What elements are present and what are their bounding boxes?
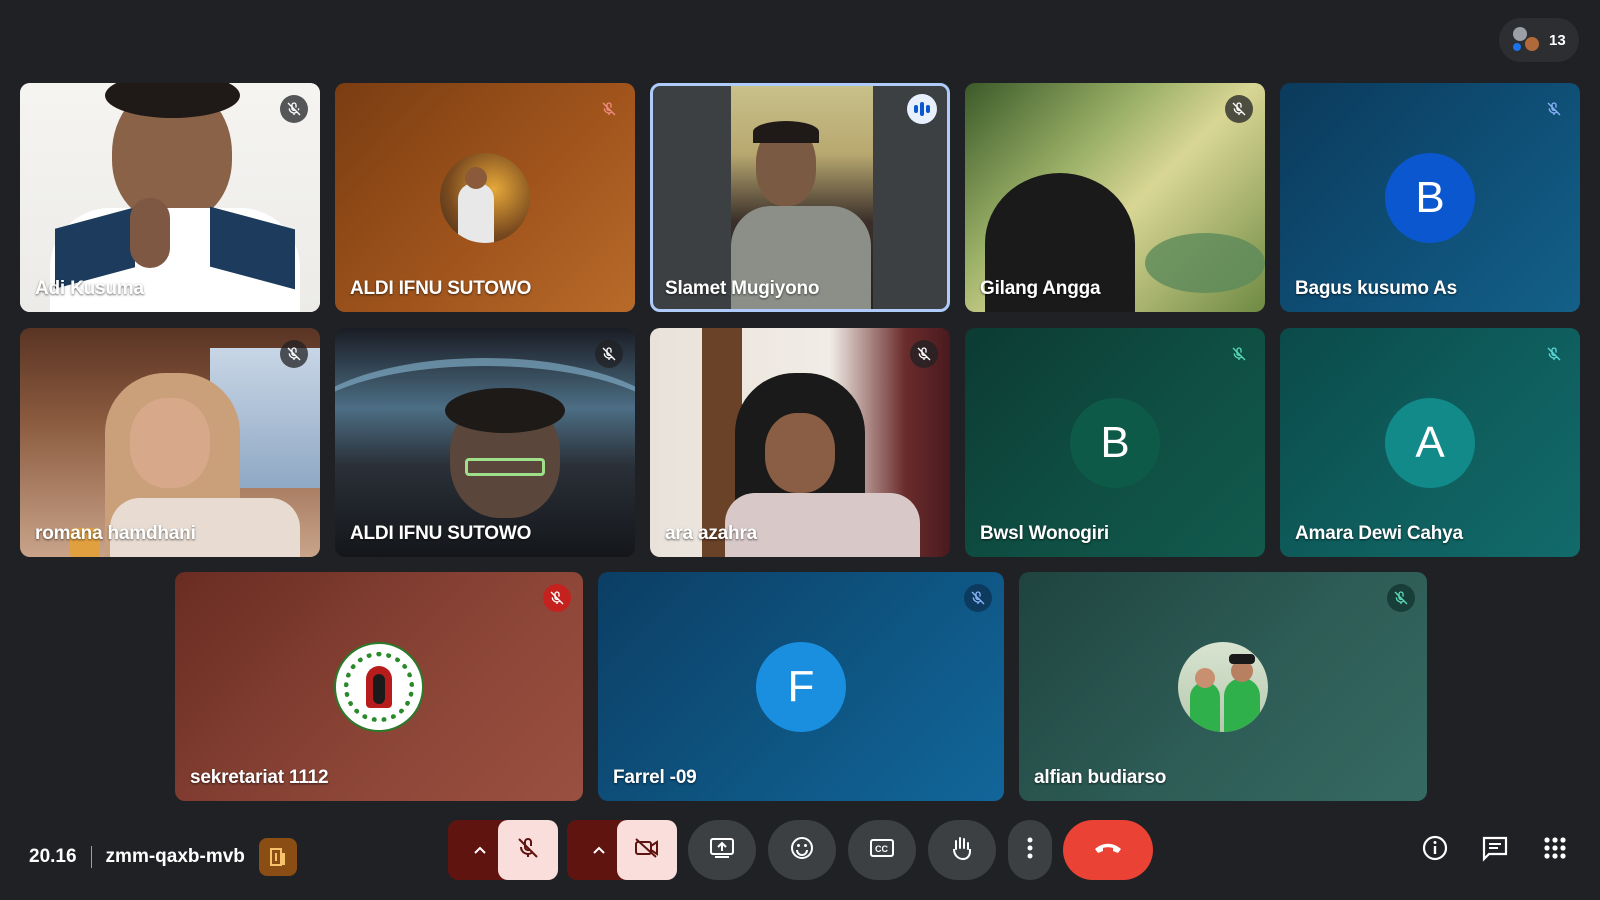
svg-text:CC: CC — [875, 844, 888, 854]
emoji-icon — [789, 835, 815, 866]
activities-icon — [1543, 836, 1567, 865]
participant-name: Slamet Mugiyono — [665, 278, 820, 299]
chat-button[interactable] — [1479, 834, 1511, 866]
participant-name: sekretariat 1112 — [190, 767, 329, 788]
raise-hand-icon — [950, 835, 974, 866]
participant-tile[interactable]: Gilang Angga — [965, 83, 1265, 312]
avatar-initial: B — [1415, 173, 1445, 222]
avatar: B — [1385, 153, 1475, 243]
speaking-indicator-icon — [907, 94, 937, 124]
avatar — [440, 153, 530, 243]
divider — [90, 846, 92, 868]
end-call-icon — [1093, 841, 1123, 860]
participant-name: alfian budiarso — [1034, 767, 1167, 788]
participant-tile-active-speaker[interactable]: Slamet Mugiyono — [650, 83, 950, 312]
avatar: F — [756, 642, 846, 732]
participant-name: ara azahra — [665, 523, 758, 544]
mic-off-icon — [964, 584, 992, 612]
avatar-initial: F — [787, 662, 815, 711]
participant-tile[interactable]: romana hamdhani — [20, 328, 320, 557]
leave-call-button[interactable] — [1063, 820, 1153, 880]
participant-count-chip[interactable]: 13 — [1499, 18, 1579, 62]
people-icon — [1511, 25, 1541, 55]
participant-name: Farrel -09 — [613, 767, 697, 788]
participant-tile[interactable]: ara azahra — [650, 328, 950, 557]
mic-off-icon — [1540, 340, 1568, 368]
microphone-toggle-button[interactable] — [498, 820, 558, 880]
send-reaction-button[interactable] — [768, 820, 836, 880]
participant-count: 13 — [1549, 31, 1566, 49]
participant-name: Bwsl Wonogiri — [980, 523, 1109, 544]
participant-name: Adi Kusuma — [35, 278, 144, 299]
camera-toggle-button[interactable] — [617, 820, 677, 880]
participant-tile[interactable]: Adi Kusuma — [20, 83, 320, 312]
participant-tile[interactable]: ALDI IFNU SUTOWO — [335, 328, 635, 557]
mic-off-icon — [516, 836, 540, 865]
mic-off-icon — [543, 584, 571, 612]
meeting-code[interactable]: zmm-qaxb-mvb — [106, 846, 245, 868]
participant-name: Bagus kusumo As — [1295, 278, 1458, 299]
participant-tile[interactable]: B Bagus kusumo As — [1280, 83, 1580, 312]
participant-name: Gilang Angga — [980, 278, 1101, 299]
more-options-button[interactable] — [1008, 820, 1052, 880]
mic-off-icon — [1225, 340, 1253, 368]
avatar-initial: B — [1100, 418, 1130, 467]
raise-hand-button[interactable] — [928, 820, 996, 880]
participant-tile[interactable]: B Bwsl Wonogiri — [965, 328, 1265, 557]
present-screen-icon — [709, 836, 735, 865]
organization-logo — [334, 642, 424, 732]
participant-name: ALDI IFNU SUTOWO — [350, 278, 532, 299]
info-icon — [1421, 834, 1449, 867]
participant-tile[interactable]: F Farrel -09 — [598, 572, 1004, 801]
mic-off-icon — [595, 95, 623, 123]
host-controls-icon[interactable] — [258, 838, 297, 876]
meeting-time: 20.16 — [29, 846, 77, 867]
mic-off-icon — [280, 340, 308, 368]
meeting-details: 20.16 zmm-qaxb-mvb — [29, 838, 297, 876]
camera-off-icon — [634, 837, 660, 864]
mic-off-icon — [1540, 95, 1568, 123]
activities-button[interactable] — [1539, 834, 1571, 866]
mic-off-icon — [280, 95, 308, 123]
avatar-initial: A — [1415, 418, 1445, 467]
avatar — [1178, 642, 1268, 732]
avatar: B — [1070, 398, 1160, 488]
participant-name: ALDI IFNU SUTOWO — [350, 523, 532, 544]
participant-name: romana hamdhani — [35, 523, 196, 544]
captions-icon: CC — [869, 837, 895, 864]
participant-tile[interactable]: alfian budiarso — [1019, 572, 1427, 801]
participant-name: Amara Dewi Cahya — [1295, 523, 1463, 544]
mic-off-icon — [1387, 584, 1415, 612]
participant-tile[interactable]: A Amara Dewi Cahya — [1280, 328, 1580, 557]
present-screen-button[interactable] — [688, 820, 756, 880]
participant-tile[interactable]: ALDI IFNU SUTOWO — [335, 83, 635, 312]
chat-icon — [1481, 834, 1509, 867]
mic-off-icon — [910, 340, 938, 368]
more-options-icon — [1027, 837, 1033, 864]
mic-off-icon — [595, 340, 623, 368]
captions-button[interactable]: CC — [848, 820, 916, 880]
participant-tile[interactable]: sekretariat 1112 — [175, 572, 583, 801]
mic-off-icon — [1225, 95, 1253, 123]
avatar: A — [1385, 398, 1475, 488]
meeting-info-button[interactable] — [1419, 834, 1451, 866]
